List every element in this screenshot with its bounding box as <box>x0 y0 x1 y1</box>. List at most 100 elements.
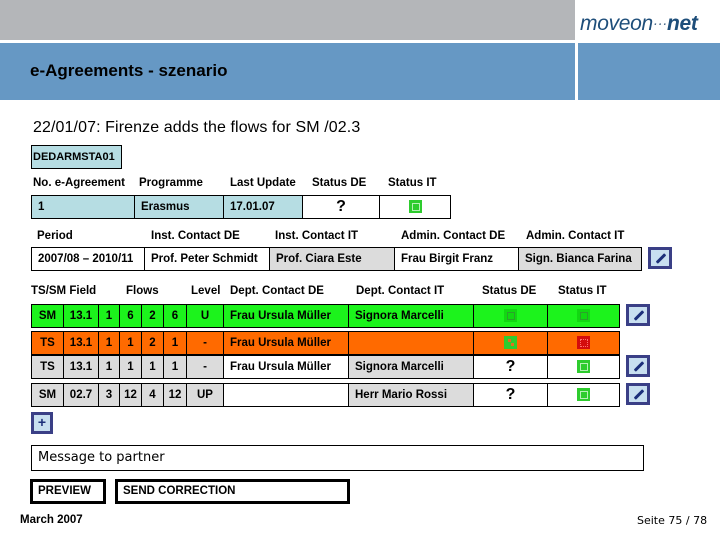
scenario-subtitle: 22/01/07: Firenze adds the flows for SM … <box>33 119 361 136</box>
flow-level-cell: - <box>186 355 224 379</box>
agreement-programme: Erasmus <box>134 195 224 219</box>
logo-dots: ··· <box>652 15 668 32</box>
header-flow-status-de: Status DE <box>482 285 537 297</box>
flow-f2-cell: 12 <box>119 383 142 407</box>
edit-flow-button[interactable] <box>626 383 650 405</box>
edit-contacts-button[interactable] <box>648 247 672 269</box>
flow-dept-it-cell: Signora Marcelli <box>348 355 474 379</box>
footer-date: March 2007 <box>20 514 83 526</box>
header-dept-contact-de: Dept. Contact DE <box>230 285 324 297</box>
header-ts-sm-field: TS/SM Field <box>31 285 96 297</box>
flow-f4-cell: 6 <box>163 304 187 328</box>
agreement-status-de: ? <box>302 195 380 219</box>
flow-f3-cell: 2 <box>141 331 164 355</box>
header-inst-contact-de: Inst. Contact DE <box>151 230 240 242</box>
header-dept-contact-it: Dept. Contact IT <box>356 285 445 297</box>
header-bar <box>0 0 575 40</box>
flow-dept-it-cell: Signora Marcelli <box>348 304 474 328</box>
flow-type-cell: SM <box>31 304 64 328</box>
flow-f3-cell: 4 <box>141 383 164 407</box>
header-status-de: Status DE <box>312 177 367 189</box>
flow-f1-cell: 1 <box>98 355 120 379</box>
flow-field-cell: 13.1 <box>63 304 99 328</box>
flow-f4-cell: 1 <box>163 355 187 379</box>
flow-f4-cell: 12 <box>163 383 187 407</box>
header-admin-contact-it: Admin. Contact IT <box>526 230 625 242</box>
flow-dept-de-cell: Frau Ursula Müller <box>223 331 349 355</box>
message-to-partner-input[interactable]: Message to partner <box>31 445 644 471</box>
agreement-status-it <box>379 195 451 219</box>
flow-f1-cell: 1 <box>98 304 120 328</box>
preview-button[interactable]: PREVIEW <box>30 479 106 504</box>
header-flow-status-it: Status IT <box>558 285 607 297</box>
flow-level-cell: - <box>186 331 224 355</box>
question-mark-icon: ? <box>505 358 516 375</box>
header-period: Period <box>37 230 73 242</box>
flow-type-cell: TS <box>31 331 64 355</box>
flow-f1-cell: 1 <box>98 331 120 355</box>
flow-dept-de-cell: Frau Ursula Müller <box>223 304 349 328</box>
flow-f3-cell: 2 <box>141 304 164 328</box>
flow-f2-cell: 1 <box>119 331 142 355</box>
question-mark-icon: ? <box>336 198 346 215</box>
checkbox-partial-icon <box>504 336 517 350</box>
flow-type-cell: SM <box>31 383 64 407</box>
flow-dept-it-cell <box>348 331 474 355</box>
inst-contact-it-value: Prof. Ciara Este <box>269 247 395 271</box>
logo-text-right: net <box>667 12 698 35</box>
flow-field-cell: 13.1 <box>63 331 99 355</box>
checkbox-checked-icon <box>577 360 590 374</box>
agreement-code: DEDARMSTA01 <box>31 145 122 169</box>
page-title: e-Agreements - szenario <box>30 61 228 80</box>
flow-f1-cell: 3 <box>98 383 120 407</box>
flow-field-cell: 13.1 <box>63 355 99 379</box>
flow-f3-cell: 1 <box>141 355 164 379</box>
flow-status-de-cell: ? <box>473 355 548 379</box>
agreement-number: 1 <box>31 195 135 219</box>
admin-contact-de-value: Frau Birgit Franz <box>394 247 519 271</box>
header-level: Level <box>191 285 221 297</box>
edit-flow-button[interactable] <box>626 304 650 326</box>
flow-dept-de-cell <box>223 383 349 407</box>
flow-dept-de-cell: Frau Ursula Müller <box>223 355 349 379</box>
checkbox-checked-icon <box>504 309 517 323</box>
flow-dept-it-cell: Herr Mario Rossi <box>348 383 474 407</box>
inst-contact-de-value: Prof. Peter Schmidt <box>144 247 270 271</box>
period-value: 2007/08 – 2010/11 <box>31 247 145 271</box>
checkbox-checked-icon <box>577 388 590 402</box>
flow-status-it-cell <box>547 383 620 407</box>
logo-text-left: moveon <box>580 12 653 35</box>
checkbox-checked-icon <box>577 309 590 323</box>
flow-status-de-cell <box>473 304 548 328</box>
edit-flow-button[interactable] <box>626 355 650 377</box>
header-no-agreement: No. e-Agreement <box>33 177 126 189</box>
flow-status-it-cell <box>547 304 620 328</box>
header-flows: Flows <box>126 285 159 297</box>
flow-status-de-cell: ? <box>473 383 548 407</box>
flow-level-cell: UP <box>186 383 224 407</box>
flow-f2-cell: 6 <box>119 304 142 328</box>
flow-f2-cell: 1 <box>119 355 142 379</box>
checkbox-rejected-icon <box>577 336 590 350</box>
agreement-last-update: 17.01.07 <box>223 195 303 219</box>
admin-contact-it-value: Sign. Bianca Farina <box>518 247 642 271</box>
flow-level-cell: U <box>186 304 224 328</box>
checkbox-checked-icon <box>408 200 422 214</box>
page-number: Seite 75 / 78 <box>637 514 708 527</box>
header-status-it: Status IT <box>388 177 437 189</box>
flow-type-cell: TS <box>31 355 64 379</box>
send-correction-button[interactable]: SEND CORRECTION <box>115 479 350 504</box>
header-inst-contact-it: Inst. Contact IT <box>275 230 359 242</box>
title-bar-divider <box>575 43 578 100</box>
header-ts-sm: TS/SM <box>31 285 67 297</box>
flow-status-de-cell <box>473 331 548 355</box>
flow-status-it-cell <box>547 355 620 379</box>
flow-status-it-cell <box>547 331 620 355</box>
moveon-logo: moveon···net <box>580 12 698 36</box>
question-mark-icon: ? <box>505 386 516 403</box>
header-programme: Programme <box>139 177 203 189</box>
add-flow-button[interactable]: + <box>31 412 53 434</box>
header-field: Field <box>69 285 97 297</box>
header-last-update: Last Update <box>230 177 296 189</box>
flow-field-cell: 02.7 <box>63 383 99 407</box>
